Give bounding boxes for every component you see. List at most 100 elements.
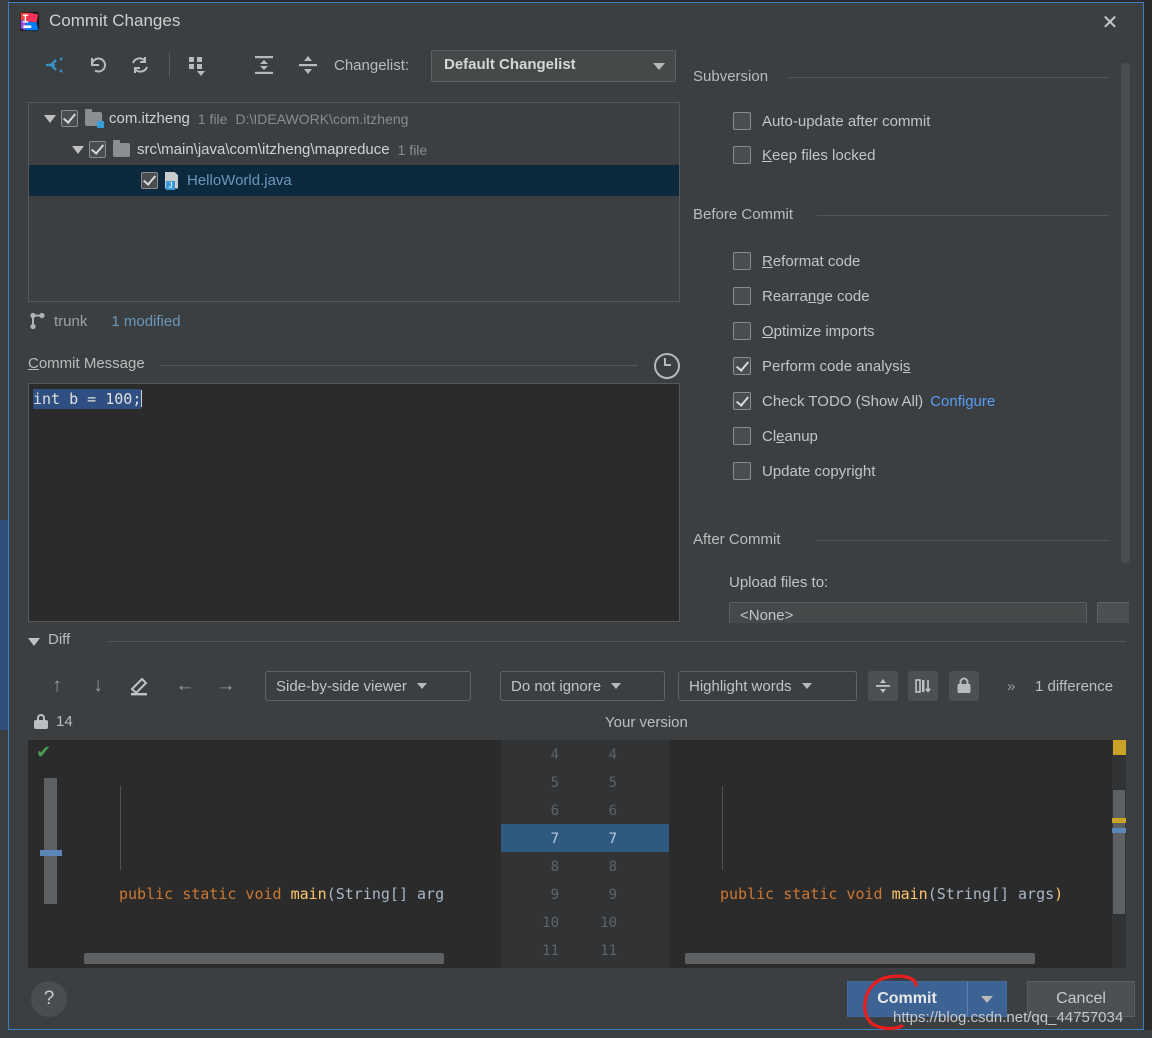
modified-count[interactable]: 1 modified: [111, 313, 180, 330]
chevron-down-icon[interactable]: [72, 146, 84, 154]
warning-line-marker: [1112, 818, 1126, 823]
checkbox-box[interactable]: [733, 392, 751, 410]
viewer-mode-value: Side-by-side viewer: [276, 678, 407, 695]
horizontal-scrollbar[interactable]: [84, 953, 444, 964]
upload-config-button[interactable]: [1097, 602, 1129, 623]
section-title: After Commit: [693, 531, 790, 548]
checkbox-box[interactable]: [733, 322, 751, 340]
file-tree-name: com.itzheng: [109, 110, 190, 127]
diff-marker-bar[interactable]: [1112, 740, 1126, 968]
section-before-commit: Before Commit: [693, 206, 1109, 224]
checkbox-optimize-imports[interactable]: Optimize imports: [733, 319, 875, 343]
chevrons-right-icon[interactable]: »: [1007, 678, 1015, 695]
commit-message-input[interactable]: int b = 100;: [28, 383, 680, 622]
options-scrollbar[interactable]: [1121, 63, 1130, 563]
dialog-title: Commit Changes: [49, 11, 180, 31]
horizontal-scrollbar[interactable]: [685, 953, 1035, 964]
table-row[interactable]: J HelloWorld.java: [29, 165, 679, 196]
checkbox-reformat-code[interactable]: Reformat code: [733, 249, 860, 273]
check-icon: ✔: [36, 742, 51, 763]
table-row[interactable]: src\main\java\com\itzheng\mapreduce 1 fi…: [29, 134, 679, 165]
commit-message-value: int b = 100;: [33, 389, 141, 409]
checkbox-box[interactable]: [733, 252, 751, 270]
changelist-value: Default Changelist: [444, 56, 576, 73]
group-by-icon[interactable]: [183, 51, 213, 79]
ide-bottom-edge: [0, 1030, 1152, 1038]
viewer-mode-select[interactable]: Side-by-side viewer: [265, 671, 471, 701]
arrow-up-icon[interactable]: ↑: [44, 673, 70, 699]
collapse-unchanged-icon[interactable]: [868, 671, 898, 701]
refresh-icon[interactable]: [125, 51, 155, 79]
code-line: [685, 796, 1125, 824]
section-after-commit: After Commit: [693, 531, 1109, 549]
watermark-url: https://blog.csdn.net/qq_44757034: [893, 1009, 1123, 1026]
revert-icon[interactable]: [83, 51, 113, 79]
changelist-label-text: Changelist:: [334, 57, 409, 74]
collapse-to-commit-icon[interactable]: [39, 51, 69, 79]
code-line: public static void main(String[] args): [685, 880, 1125, 908]
folder-icon: [113, 143, 130, 157]
checkbox-box[interactable]: [733, 462, 751, 480]
lock-icon[interactable]: [949, 671, 979, 701]
upload-target-value: <None>: [740, 607, 793, 623]
checkbox-box[interactable]: [733, 287, 751, 305]
left-scrollbar-thumb[interactable]: [44, 778, 57, 904]
arrow-left-icon[interactable]: ←: [172, 673, 198, 699]
checkbox-rearrange-code[interactable]: Rearrange code: [733, 284, 870, 308]
code-line: int a = 10;: [84, 964, 501, 968]
file-tree-count: 1 file: [398, 142, 428, 158]
line-number-left: 7: [501, 825, 559, 853]
checkbox-box[interactable]: [733, 427, 751, 445]
branch-name: trunk: [54, 313, 87, 330]
code-line: [84, 796, 501, 824]
chevron-down-icon[interactable]: [44, 115, 56, 123]
pencil-icon[interactable]: [126, 673, 152, 699]
checkbox-box[interactable]: [733, 112, 751, 130]
line-number-right: 11: [559, 937, 617, 965]
table-row[interactable]: com.itzheng 1 file D:\IDEAWORK\com.itzhe…: [29, 103, 679, 134]
checkbox-label: Perform code analysis: [762, 358, 910, 375]
checkbox-cleanup[interactable]: Cleanup: [733, 424, 818, 448]
expand-all-icon[interactable]: [249, 51, 279, 79]
checkbox-keep-files-locked[interactable]: Keep files locked: [733, 143, 875, 167]
checkbox-perform-code-analysis[interactable]: Perform code analysis: [733, 354, 910, 378]
diff-viewer: ✔ public static void main(String[] arg i…: [28, 740, 1126, 968]
highlight-mode-select[interactable]: Highlight words: [678, 671, 857, 701]
checkbox-label: Check TODO (Show All): [762, 393, 923, 410]
arrow-down-icon[interactable]: ↓: [85, 673, 111, 699]
ignore-mode-select[interactable]: Do not ignore: [500, 671, 665, 701]
collapse-all-icon[interactable]: [293, 51, 323, 79]
commit-options-panel: Subversion Auto-update after commit Keep…: [693, 58, 1129, 623]
gutter-line: 44: [501, 740, 669, 768]
sync-scroll-icon[interactable]: [908, 671, 938, 701]
upload-files-label: Upload files to:: [729, 574, 828, 591]
clock-history-icon[interactable]: [654, 353, 680, 379]
changed-files-tree[interactable]: com.itzheng 1 file D:\IDEAWORK\com.itzhe…: [28, 102, 680, 302]
checkbox-box[interactable]: [733, 146, 751, 164]
changelist-label: Changelist:: [334, 57, 409, 74]
diff-section-title: Diff: [48, 631, 79, 648]
configure-link[interactable]: Configure: [930, 393, 995, 410]
close-icon[interactable]: ✕: [1087, 3, 1133, 41]
row-checkbox[interactable]: [61, 110, 78, 127]
diff-pane-left[interactable]: ✔ public static void main(String[] arg i…: [28, 740, 501, 968]
checkbox-check-todo[interactable]: Check TODO (Show All) Configure: [733, 389, 995, 413]
checkbox-box[interactable]: [733, 357, 751, 375]
vertical-scrollbar-thumb[interactable]: [1113, 790, 1125, 914]
changelist-select[interactable]: Default Changelist: [431, 50, 676, 82]
diff-section-header[interactable]: Diff: [28, 633, 1126, 651]
chevron-down-icon[interactable]: [28, 638, 40, 646]
upload-target-select[interactable]: <None>: [729, 602, 1087, 623]
gutter-line: 88: [501, 852, 669, 880]
diff-pane-right[interactable]: public static void main(String[] args) i…: [669, 740, 1126, 968]
row-checkbox[interactable]: [89, 141, 106, 158]
checkbox-auto-update-after-commit[interactable]: Auto-update after commit: [733, 109, 930, 133]
code-line: int a = 10;: [685, 964, 1125, 968]
help-button[interactable]: ?: [31, 981, 67, 1017]
checkbox-label: Optimize imports: [762, 323, 875, 340]
checkbox-update-copyright[interactable]: Update copyright: [733, 459, 875, 483]
chevron-down-icon: [653, 63, 665, 70]
row-checkbox[interactable]: [141, 172, 158, 189]
line-number-left: 9: [501, 881, 559, 909]
arrow-right-icon[interactable]: →: [213, 673, 239, 699]
